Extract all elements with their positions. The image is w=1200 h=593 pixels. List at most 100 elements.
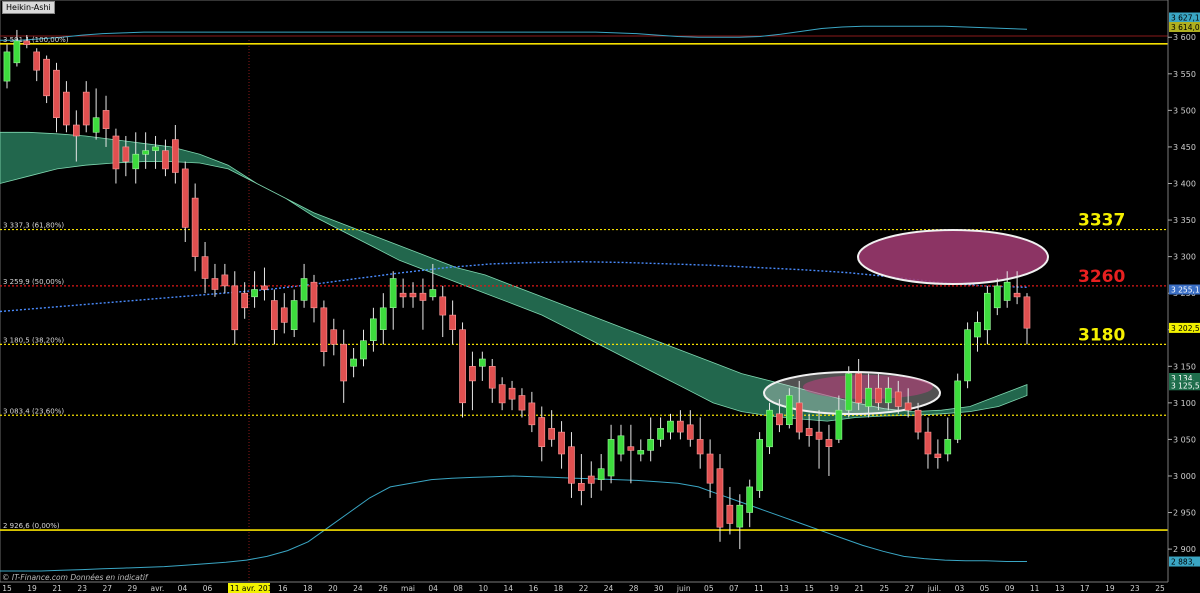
candle-up — [954, 373, 961, 444]
date-tick-label: 23 — [1130, 584, 1140, 593]
date-tick-label: avr. — [150, 584, 164, 593]
annotation-ellipses — [763, 229, 1049, 415]
candle-body — [62, 91, 70, 126]
date-tick-label: 05 — [980, 584, 990, 593]
date-tick-label: 15 — [804, 584, 814, 593]
date-tick-label: 24 — [353, 584, 363, 593]
date-tick-label: 21 — [854, 584, 864, 593]
price-tick-label: 3 500 — [1173, 106, 1196, 115]
price-tick-label: 3 450 — [1173, 143, 1196, 152]
candle-body — [577, 482, 585, 491]
date-tick-label: 17 — [1080, 584, 1090, 593]
candle-up — [756, 432, 763, 498]
candle-body — [310, 281, 318, 309]
candle-up — [379, 293, 387, 345]
candle-body — [340, 344, 348, 382]
candle-down — [162, 139, 169, 177]
fib-level-label: 3 591,1 (100,00%) — [3, 36, 69, 44]
candle-up — [92, 88, 100, 140]
price-tick-label: 3 100 — [1173, 399, 1196, 408]
candle-up — [290, 289, 298, 338]
date-tick-label: 18 — [554, 584, 564, 593]
date-tick-label: 19 — [829, 584, 839, 593]
date-tick-label: 03 — [955, 584, 965, 593]
price-tag-label: 3 255,1 — [1171, 286, 1200, 295]
candle-body — [756, 439, 763, 491]
date-axis: 15 19 21 23 27 29 avr. 04 06 11 13 16 18 20 24 26 mai 04 0… — [0, 573, 1200, 593]
candle-down — [518, 388, 526, 418]
date-tick-label: 27 — [905, 584, 915, 593]
candle-body — [825, 439, 833, 447]
candle-down — [855, 358, 862, 411]
candle-body — [766, 409, 773, 448]
candle-body — [974, 322, 981, 338]
candle-body — [449, 314, 457, 331]
candle-down — [528, 391, 536, 433]
candle-up — [607, 424, 615, 484]
price-axis: 2 9002 9503 0003 0503 1003 1503 2003 250… — [1167, 0, 1200, 593]
candle-body — [548, 428, 555, 440]
key-level-label: 3337 — [1078, 211, 1125, 231]
indicator-tag[interactable]: Heikin-Ashi — [2, 1, 55, 14]
candle-body — [597, 468, 605, 481]
candle-body — [350, 358, 357, 367]
candle-up — [3, 44, 11, 89]
candle-body — [884, 387, 892, 404]
candle-body — [73, 124, 80, 137]
candle-body — [330, 329, 338, 345]
fib-level-label: 3 180,5 (38,20%) — [3, 336, 64, 344]
candle-body — [320, 307, 328, 352]
candle-down — [270, 289, 278, 345]
candle-body — [795, 402, 803, 433]
candle-down — [676, 410, 684, 440]
candle-down — [924, 417, 932, 469]
lower-band — [0, 475, 1027, 572]
date-tick-label: 09 — [1005, 584, 1015, 593]
fib-level-label: 3 083,4 (23,60%) — [3, 407, 64, 415]
price-tag-label: 2 883, — [1171, 558, 1195, 567]
candle-down — [498, 377, 506, 411]
candle-body — [498, 384, 506, 404]
key-level-label: 3180 — [1078, 325, 1125, 345]
candle-body — [360, 340, 367, 360]
date-tick-label: 23 — [77, 584, 87, 593]
date-tick-label: 20 — [328, 584, 338, 593]
candle-body — [835, 409, 843, 440]
cursor-date-label: 11 avr. 2012 — [230, 584, 277, 593]
candle-down — [449, 300, 457, 345]
date-tick-label: 21 — [52, 584, 62, 593]
date-tick-label: 27 — [102, 584, 112, 593]
price-tag-label: 3 202,5 — [1171, 324, 1200, 333]
candle-down — [627, 424, 635, 484]
candle-body — [746, 486, 753, 513]
candle-body — [894, 391, 902, 407]
candle-body — [369, 318, 377, 341]
candle-down — [211, 263, 219, 297]
candlestick-chart[interactable]: 3 591,1 (100,00%) 3 337,3 (61,80%) 3 259,9… — [0, 0, 1200, 593]
price-tick-label: 3 550 — [1173, 70, 1196, 79]
date-tick-label: 25 — [1155, 584, 1165, 593]
candle-body — [657, 428, 664, 440]
candle-up — [657, 417, 664, 447]
price-tick-label: 3 050 — [1173, 435, 1196, 444]
key-level-label: 3260 — [1078, 267, 1125, 287]
candle-body — [122, 146, 130, 162]
candle-body — [409, 292, 417, 298]
candle-up — [142, 132, 150, 169]
plot-frame — [0, 0, 1169, 583]
candle-body — [716, 468, 724, 528]
candle-body — [43, 58, 50, 97]
candle-body — [686, 424, 694, 440]
candle-body — [785, 395, 793, 426]
candle-body — [538, 417, 546, 448]
candle-body — [13, 40, 21, 64]
fib-level-label: 2 926,6 (0,00%) — [3, 522, 60, 530]
candle-up — [746, 479, 753, 528]
candle-body — [875, 387, 882, 404]
candle-body — [964, 329, 971, 382]
candle-up — [617, 424, 625, 462]
candle-down — [726, 486, 734, 535]
candle-body — [112, 135, 120, 170]
date-tick-label: 26 — [378, 584, 388, 593]
candle-up — [350, 348, 357, 378]
